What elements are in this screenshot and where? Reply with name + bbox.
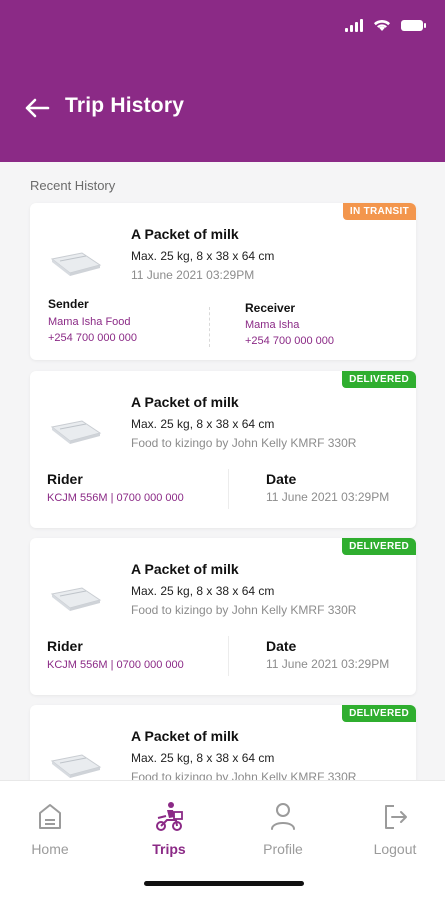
item-name: A Packet of milk xyxy=(131,561,239,577)
item-dimensions: Max. 25 kg, 8 x 38 x 64 cm xyxy=(131,249,275,263)
package-icon xyxy=(50,420,102,444)
wifi-icon xyxy=(374,19,390,31)
rider-title: Rider xyxy=(47,471,83,487)
sender-phone: +254 700 000 000 xyxy=(48,332,138,344)
rider-icon xyxy=(156,802,183,831)
nav-profile[interactable]: Profile xyxy=(238,801,328,857)
logout-icon xyxy=(385,805,407,829)
nav-logout-label: Logout xyxy=(373,841,417,857)
status-badge: IN TRANSIT xyxy=(342,203,416,220)
trip-card[interactable]: DELIVERED A Packet of milk Max. 25 kg, 8… xyxy=(30,371,416,528)
rider-info: KCJM 556M | 0700 000 000 xyxy=(47,659,184,671)
nav-logout[interactable]: Logout xyxy=(350,801,440,857)
trip-card[interactable]: DELIVERED A Packet of milk Max. 25 kg, 8… xyxy=(30,538,416,695)
nav-home-label: Home xyxy=(31,841,69,857)
package-icon xyxy=(50,252,102,276)
divider xyxy=(228,636,229,676)
item-name: A Packet of milk xyxy=(131,394,239,410)
nav-profile-label: Profile xyxy=(263,841,303,857)
nav-trips-label: Trips xyxy=(152,841,186,857)
date-title: Date xyxy=(266,638,297,654)
item-name: A Packet of milk xyxy=(131,728,239,744)
nav-trips[interactable]: Trips xyxy=(124,801,214,857)
trip-description: Food to kizingo by John Kelly KMRF 330R xyxy=(131,603,357,617)
package-icon xyxy=(50,587,102,611)
trip-datetime: 11 June 2021 03:29PM xyxy=(131,268,255,282)
package-icon xyxy=(50,754,102,778)
nav-home[interactable]: Home xyxy=(5,801,95,857)
status-bar xyxy=(345,18,426,32)
status-badge: DELIVERED xyxy=(342,705,416,722)
date-title: Date xyxy=(266,471,297,487)
trip-card[interactable]: IN TRANSIT A Packet of milk Max. 25 kg, … xyxy=(30,203,416,360)
date-value: 11 June 2021 03:29PM xyxy=(266,657,390,671)
page-title: Trip History xyxy=(65,94,185,117)
trip-description: Food to kizingo by John Kelly KMRF 330R xyxy=(131,436,357,450)
item-dimensions: Max. 25 kg, 8 x 38 x 64 cm xyxy=(131,417,275,431)
divider xyxy=(209,307,210,347)
profile-icon xyxy=(271,803,295,830)
receiver-phone: +254 700 000 000 xyxy=(245,335,335,347)
signal-icon xyxy=(345,18,363,32)
rider-title: Rider xyxy=(47,638,83,654)
home-indicator xyxy=(144,881,304,886)
item-dimensions: Max. 25 kg, 8 x 38 x 64 cm xyxy=(131,584,275,598)
item-name: A Packet of milk xyxy=(131,226,239,242)
divider xyxy=(228,469,229,509)
section-label: Recent History xyxy=(30,178,116,193)
back-arrow-icon[interactable] xyxy=(24,97,50,119)
item-dimensions: Max. 25 kg, 8 x 38 x 64 cm xyxy=(131,751,275,765)
app-header: Trip History xyxy=(0,0,445,162)
battery-icon xyxy=(401,19,426,31)
receiver-title: Receiver xyxy=(245,301,296,315)
status-badge: DELIVERED xyxy=(342,538,416,555)
sender-name: Mama Isha Food xyxy=(48,316,131,328)
sender-title: Sender xyxy=(48,297,89,311)
receiver-name: Mama Isha xyxy=(245,319,300,331)
rider-info: KCJM 556M | 0700 000 000 xyxy=(47,492,184,504)
home-icon xyxy=(39,804,61,829)
date-value: 11 June 2021 03:29PM xyxy=(266,490,390,504)
status-badge: DELIVERED xyxy=(342,371,416,388)
